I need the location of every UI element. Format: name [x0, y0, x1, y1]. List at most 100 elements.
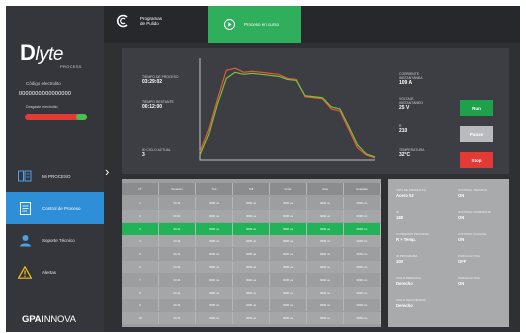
table-cell: 00:11	[159, 286, 196, 299]
table-cell: 0000 us	[307, 209, 344, 222]
parameter-item: ID 188	[396, 210, 446, 220]
parameter-value: 188	[396, 214, 403, 220]
parameter-item: CONDICIÓN PROCESO R + Temp.	[396, 232, 446, 242]
parameter-value: ON	[458, 280, 465, 286]
process-icon	[18, 169, 32, 183]
table-cell: 00:11	[159, 248, 196, 261]
nav-item-alerts[interactable]: Alertas	[6, 256, 104, 288]
table-cell: 0000 us	[196, 312, 233, 325]
stat-process-time: TIEMPO DE PROCESO 03:29:02	[142, 75, 179, 85]
parameter-item: PURGA ACTIVA ON	[458, 276, 508, 286]
app-screen: Dlyte PROCESS Código electrolito 0000000…	[6, 6, 520, 332]
stop-button[interactable]: Stop	[460, 152, 493, 168]
chart-series-line-1	[199, 71, 376, 158]
parameter-value: ON	[458, 214, 465, 220]
process-panel: TIEMPO DE PROCESO 03:29:02 TIEMPO RESTAN…	[122, 48, 509, 174]
table-cell: 7	[122, 273, 159, 286]
table-cell: 0000 us	[196, 299, 233, 312]
stat-value: 25 V	[399, 105, 410, 112]
table-cell: 1	[122, 197, 159, 209]
table-row[interactable]: 8 00:11 0000 us 0000 us 0000 us 0000 us 0000 m…	[122, 286, 381, 299]
stat-value: 109 A	[399, 80, 413, 87]
stat-value: 3	[142, 152, 145, 159]
table-cell: 0000 ms	[344, 209, 381, 222]
document-icon	[18, 201, 32, 215]
table-cell: 0000 us	[307, 197, 344, 209]
table-row[interactable]: 5 00:11 0000 us 0000 us 0000 us 0000 us 0000 m…	[122, 248, 381, 261]
stat-resistance: R 210	[399, 124, 407, 134]
nav-item-support[interactable]: Soporte Técnico	[6, 224, 104, 256]
table-cell: 00:11	[159, 209, 196, 222]
warning-icon	[18, 265, 32, 279]
table-cell: 00:11	[159, 299, 196, 312]
table-header-cell: Cuspides	[344, 183, 381, 195]
table-cell: 00:11	[159, 261, 196, 273]
table-cell: 0000 ms	[344, 235, 381, 248]
table-row[interactable]: 4 00:11 0000 us 0000 us 0000 us 0000 us 0000 m…	[122, 235, 381, 248]
company-logo-light: INNOVA	[41, 314, 76, 325]
table-cell: 0000 us	[270, 235, 307, 248]
table-header-cell: Imax	[307, 183, 344, 195]
table-row[interactable]: 10 00:11 0000 us 0000 us 0000 us 0000 us 0000 …	[122, 312, 381, 325]
chart-axes	[199, 58, 375, 161]
table-row[interactable]: 7 00:11 0000 us 0000 us 0000 us 0000 us 0000 m…	[122, 273, 381, 286]
table-cell: 0000 us	[270, 248, 307, 261]
table-cell: 0000 us	[196, 286, 233, 299]
table-cell: 0000 us	[270, 261, 307, 273]
stat-value: 32°C	[399, 152, 411, 159]
run-button[interactable]: Run	[460, 100, 493, 116]
top-bar: Programas de Pulido Proceso en curso	[104, 6, 520, 43]
table-row[interactable]: 9 00:11 0000 us 0000 us 0000 us 0000 us 0000 m…	[122, 299, 381, 312]
table-cell: 0000 ms	[344, 312, 381, 325]
table-cell: 3	[122, 222, 159, 235]
table-cell: 0000 us	[196, 261, 233, 273]
table-cell: 0000 us	[307, 235, 344, 248]
table-row-selected[interactable]: 3 00:11 0000 us 0000 us 0000 us 0000 us 0000 m…	[122, 222, 381, 235]
table-cell: 00:11	[159, 197, 196, 209]
table-cell: 5	[122, 248, 159, 261]
stat-label: CORRIENTE INSTANTÁNEA	[399, 72, 423, 81]
company-logo-bold: GPA	[22, 314, 42, 325]
table-cell: 0000 us	[233, 222, 270, 235]
parameter-item: CONTROL VOLTAJE ON	[458, 232, 508, 242]
nav-item-process-control[interactable]: Control de Proceso	[6, 192, 104, 224]
table-cell: 0000 us	[233, 248, 270, 261]
table-cell: 0000 us	[233, 197, 270, 209]
parameter-value: ON	[458, 192, 465, 198]
table-row[interactable]: 1 00:11 0000 us 0000 us 0000 us 0000 us 0000 m…	[122, 197, 381, 209]
table-cell: 00:11	[159, 273, 196, 286]
pause-button[interactable]: Pause	[460, 126, 493, 142]
electrode-wear-label: Desgaste electrolito	[26, 105, 58, 109]
sidebar-collapse-chevron-icon[interactable]: ›	[105, 164, 109, 179]
table-cell: 0000 us	[307, 248, 344, 261]
table-cell: 0000 us	[233, 235, 270, 248]
table-row[interactable]: 2 00:11 0000 us 0000 us 0000 us 0000 us 0000 m…	[122, 209, 381, 222]
table-cell: 0000 us	[233, 312, 270, 325]
table-cell: 0000 us	[270, 312, 307, 325]
table-cell: 0000 us	[196, 222, 233, 235]
table-cell: 4	[122, 235, 159, 248]
nav-label: Soporte Técnico	[42, 237, 75, 243]
nav-item-my-process[interactable]: Mi PROCESO	[6, 160, 104, 192]
app-logo: Dlyte	[20, 40, 63, 66]
table-cell: 0000 us	[307, 261, 344, 273]
table-cell: 0000 us	[307, 222, 344, 235]
table-cell: 0000 us	[307, 273, 344, 286]
nav-label: Control de Proceso	[42, 205, 81, 211]
stat-label: VOLTAJE INSTANTÁNEO	[399, 97, 423, 106]
table-cell: 0000 us	[196, 248, 233, 261]
stat-remaining-time: TIEMPO RESTANTE 00:12:00	[142, 100, 174, 110]
table-cell: 8	[122, 286, 159, 299]
table-cell: 0000 us	[196, 235, 233, 248]
table-cell: 2	[122, 209, 159, 222]
parameter-item: TIPO DE PRODUCTO Acero 02	[396, 188, 446, 198]
tab-process-running[interactable]: Proceso en curso	[208, 6, 301, 43]
parameter-item: CICLO SECUNDARIO Derecho	[396, 298, 446, 308]
table-row[interactable]: 6 00:11 0000 us 0000 us 0000 us 0000 us 0000 m…	[122, 261, 381, 273]
stat-label: ID CICLO ACTUAL	[142, 148, 171, 152]
parameter-item: CONTROL TÉRMICO ON	[458, 188, 508, 198]
stat-voltage: VOLTAJE INSTANTÁNEO 25 V	[399, 97, 429, 111]
table-cell: 0000 ms	[344, 261, 381, 273]
tab-polishing-programs[interactable]: Programas de Pulido	[116, 14, 166, 28]
parameter-value: R + Temp.	[396, 236, 416, 242]
